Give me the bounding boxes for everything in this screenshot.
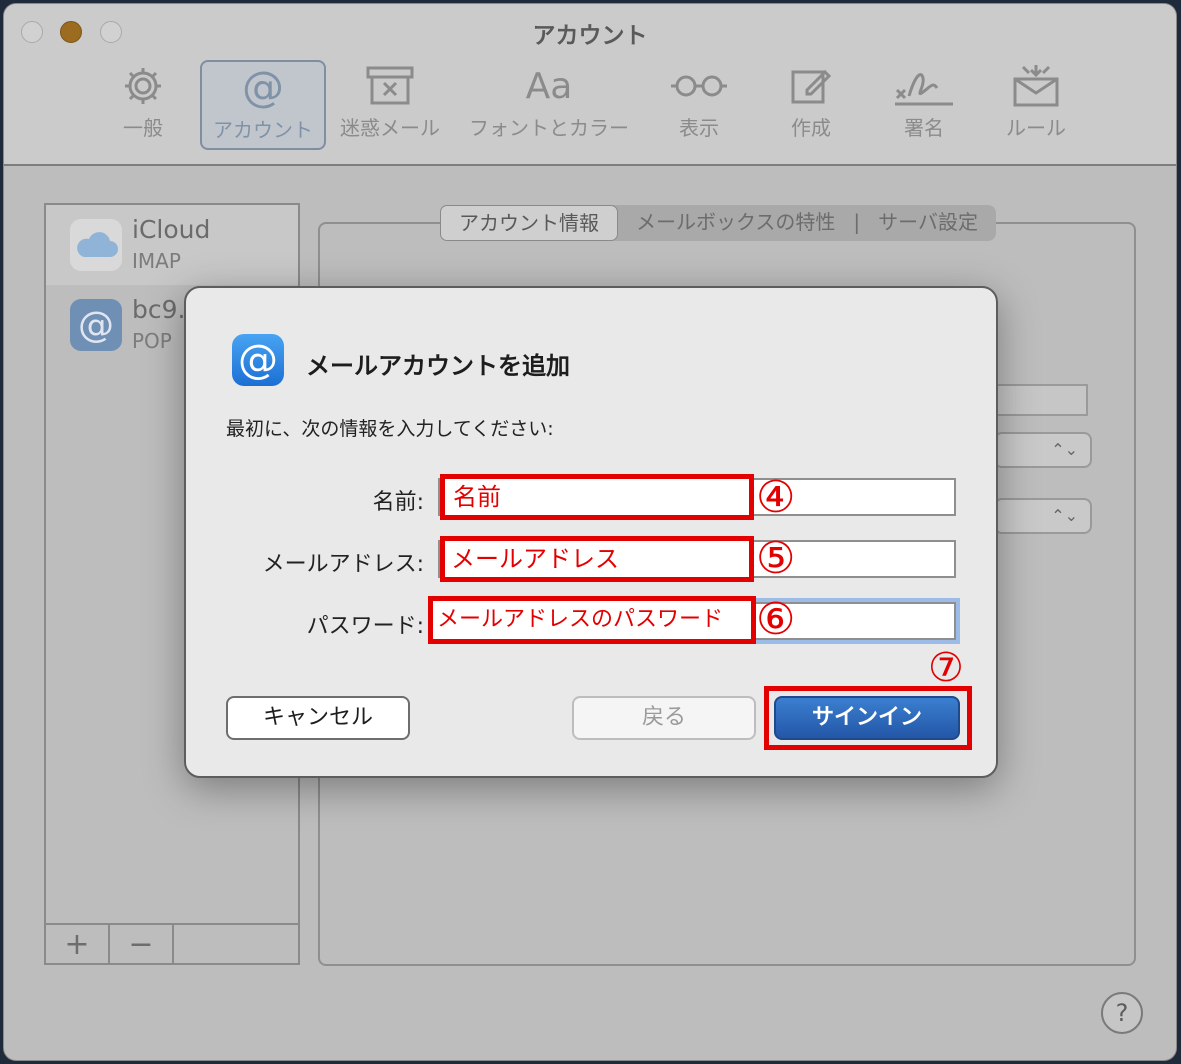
- background-text-field: [994, 384, 1088, 416]
- mail-at-icon: @: [232, 334, 284, 386]
- title-toolbar: アカウント 一般 @ アカウント 迷惑メール Aa フォントとカラー 表示 作成…: [4, 4, 1176, 166]
- toolbar-item-accounts[interactable]: @ アカウント: [200, 60, 326, 150]
- dialog-title: メールアカウントを追加: [306, 352, 570, 380]
- at-icon: @: [202, 62, 324, 114]
- remove-account-button[interactable]: −: [110, 925, 174, 963]
- name-annotation: 名前: [440, 474, 754, 520]
- svg-text:@: @: [78, 305, 114, 345]
- tab-separator: |: [853, 210, 861, 234]
- dialog-prompt: 最初に、次の情報を入力してください:: [226, 418, 554, 440]
- back-button[interactable]: 戻る: [572, 696, 756, 740]
- sign-in-button[interactable]: サインイン: [774, 696, 960, 740]
- step-marker-6: ⑥: [756, 594, 796, 645]
- icloud-icon: [70, 219, 122, 271]
- compose-icon: [774, 60, 848, 112]
- signature-icon: [886, 60, 962, 112]
- toolbar-item-general[interactable]: 一般: [104, 60, 182, 150]
- step-marker-4: ④: [756, 472, 796, 523]
- toolbar-label-fonts-colors: フォントとカラー: [469, 116, 629, 140]
- background-popup-button: ⌃⌄: [994, 498, 1092, 534]
- toolbar-item-signature[interactable]: 署名: [886, 60, 962, 150]
- name-label: 名前:: [372, 490, 424, 515]
- background-popup-button: ⌃⌄: [994, 432, 1092, 468]
- account-type: POP: [132, 329, 172, 353]
- account-name: iCloud: [132, 215, 211, 244]
- account-row-icloud[interactable]: iCloud IMAP: [46, 205, 298, 285]
- mail-at-icon: @: [70, 299, 122, 351]
- email-annotation: メールアドレス: [440, 536, 754, 582]
- toolbar-label-accounts: アカウント: [213, 118, 313, 142]
- toolbar-label-view: 表示: [679, 116, 719, 140]
- rules-envelope-icon: [998, 60, 1074, 112]
- gear-icon: [104, 60, 182, 112]
- window-title: アカウント: [532, 23, 648, 49]
- font-icon: Aa: [525, 65, 573, 107]
- glasses-icon: [664, 60, 734, 112]
- toolbar-label-compose: 作成: [791, 116, 831, 140]
- tab-server-settings[interactable]: サーバ設定: [860, 205, 996, 241]
- toolbar-label-general: 一般: [123, 116, 163, 140]
- help-button[interactable]: ?: [1101, 992, 1143, 1034]
- toolbar-item-view[interactable]: 表示: [664, 60, 734, 150]
- sidebar-actions: + −: [46, 923, 298, 963]
- toolbar-item-rules[interactable]: ルール: [998, 60, 1074, 150]
- password-label: パスワード:: [306, 614, 424, 639]
- junk-box-icon: [336, 60, 444, 112]
- add-mail-account-dialog: @ メールアカウントを追加 最初に、次の情報を入力してください: 名前: 名前 …: [184, 286, 998, 778]
- toolbar-label-signature: 署名: [904, 116, 944, 140]
- account-type: IMAP: [132, 249, 181, 273]
- password-annotation: メールアドレスのパスワード: [428, 596, 756, 644]
- toolbar-item-junk[interactable]: 迷惑メール: [336, 60, 444, 150]
- add-account-button[interactable]: +: [46, 925, 110, 963]
- step-marker-5: ⑤: [756, 533, 796, 584]
- toolbar-label-junk: 迷惑メール: [340, 116, 440, 140]
- toolbar-item-fonts-colors[interactable]: Aa フォントとカラー: [466, 60, 632, 150]
- toolbar-item-compose[interactable]: 作成: [774, 60, 848, 150]
- step-marker-7: ⑦: [928, 645, 964, 691]
- email-label: メールアドレス:: [262, 552, 424, 577]
- tab-mailbox-behaviors[interactable]: メールボックスの特性: [618, 205, 853, 241]
- account-tabs: アカウント情報 メールボックスの特性 | サーバ設定: [440, 205, 996, 241]
- account-name: bc9.: [132, 295, 186, 324]
- tab-account-info[interactable]: アカウント情報: [440, 205, 618, 241]
- svg-text:@: @: [242, 65, 284, 111]
- toolbar-label-rules: ルール: [1006, 116, 1066, 140]
- cancel-button[interactable]: キャンセル: [226, 696, 410, 740]
- svg-text:@: @: [238, 338, 278, 382]
